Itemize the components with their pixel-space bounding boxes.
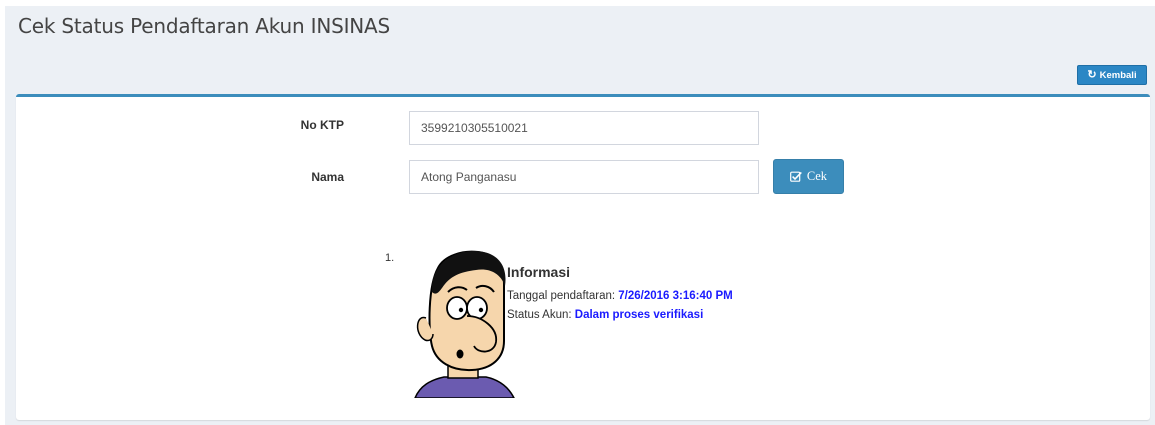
status-value: Dalam proses verifikasi [574, 309, 704, 321]
tanggal-label: Tanggal pendaftaran: [507, 290, 616, 302]
info-title: Informasi [507, 264, 571, 280]
check-square-icon [790, 171, 802, 182]
page-title: Cek Status Pendaftaran Akun INSINAS [18, 14, 391, 38]
result-number: 1. [385, 252, 395, 264]
undo-icon: ↻ [1087, 68, 1097, 81]
back-button-label: Kembali [1099, 69, 1137, 81]
back-button[interactable]: ↻ Kembali [1077, 65, 1147, 85]
tanggal-pendaftaran-line: Tanggal pendaftaran: 7/26/2016 3:16:40 P… [507, 290, 733, 302]
no-ktp-input[interactable] [409, 111, 759, 145]
status-label: Status Akun: [507, 309, 572, 321]
nama-label: Nama [311, 170, 344, 184]
cek-button-label: Cek [806, 169, 828, 183]
tanggal-value: 7/26/2016 3:16:40 PM [618, 290, 733, 302]
cek-button[interactable]: Cek [773, 159, 844, 194]
form-box: No KTP Nama Cek 1. Informasi [16, 94, 1150, 420]
cartoon-face-avatar [414, 250, 515, 398]
nama-input[interactable] [409, 160, 759, 194]
status-akun-line: Status Akun: Dalam proses verifikasi [507, 309, 703, 321]
no-ktp-label: No KTP [300, 118, 344, 132]
